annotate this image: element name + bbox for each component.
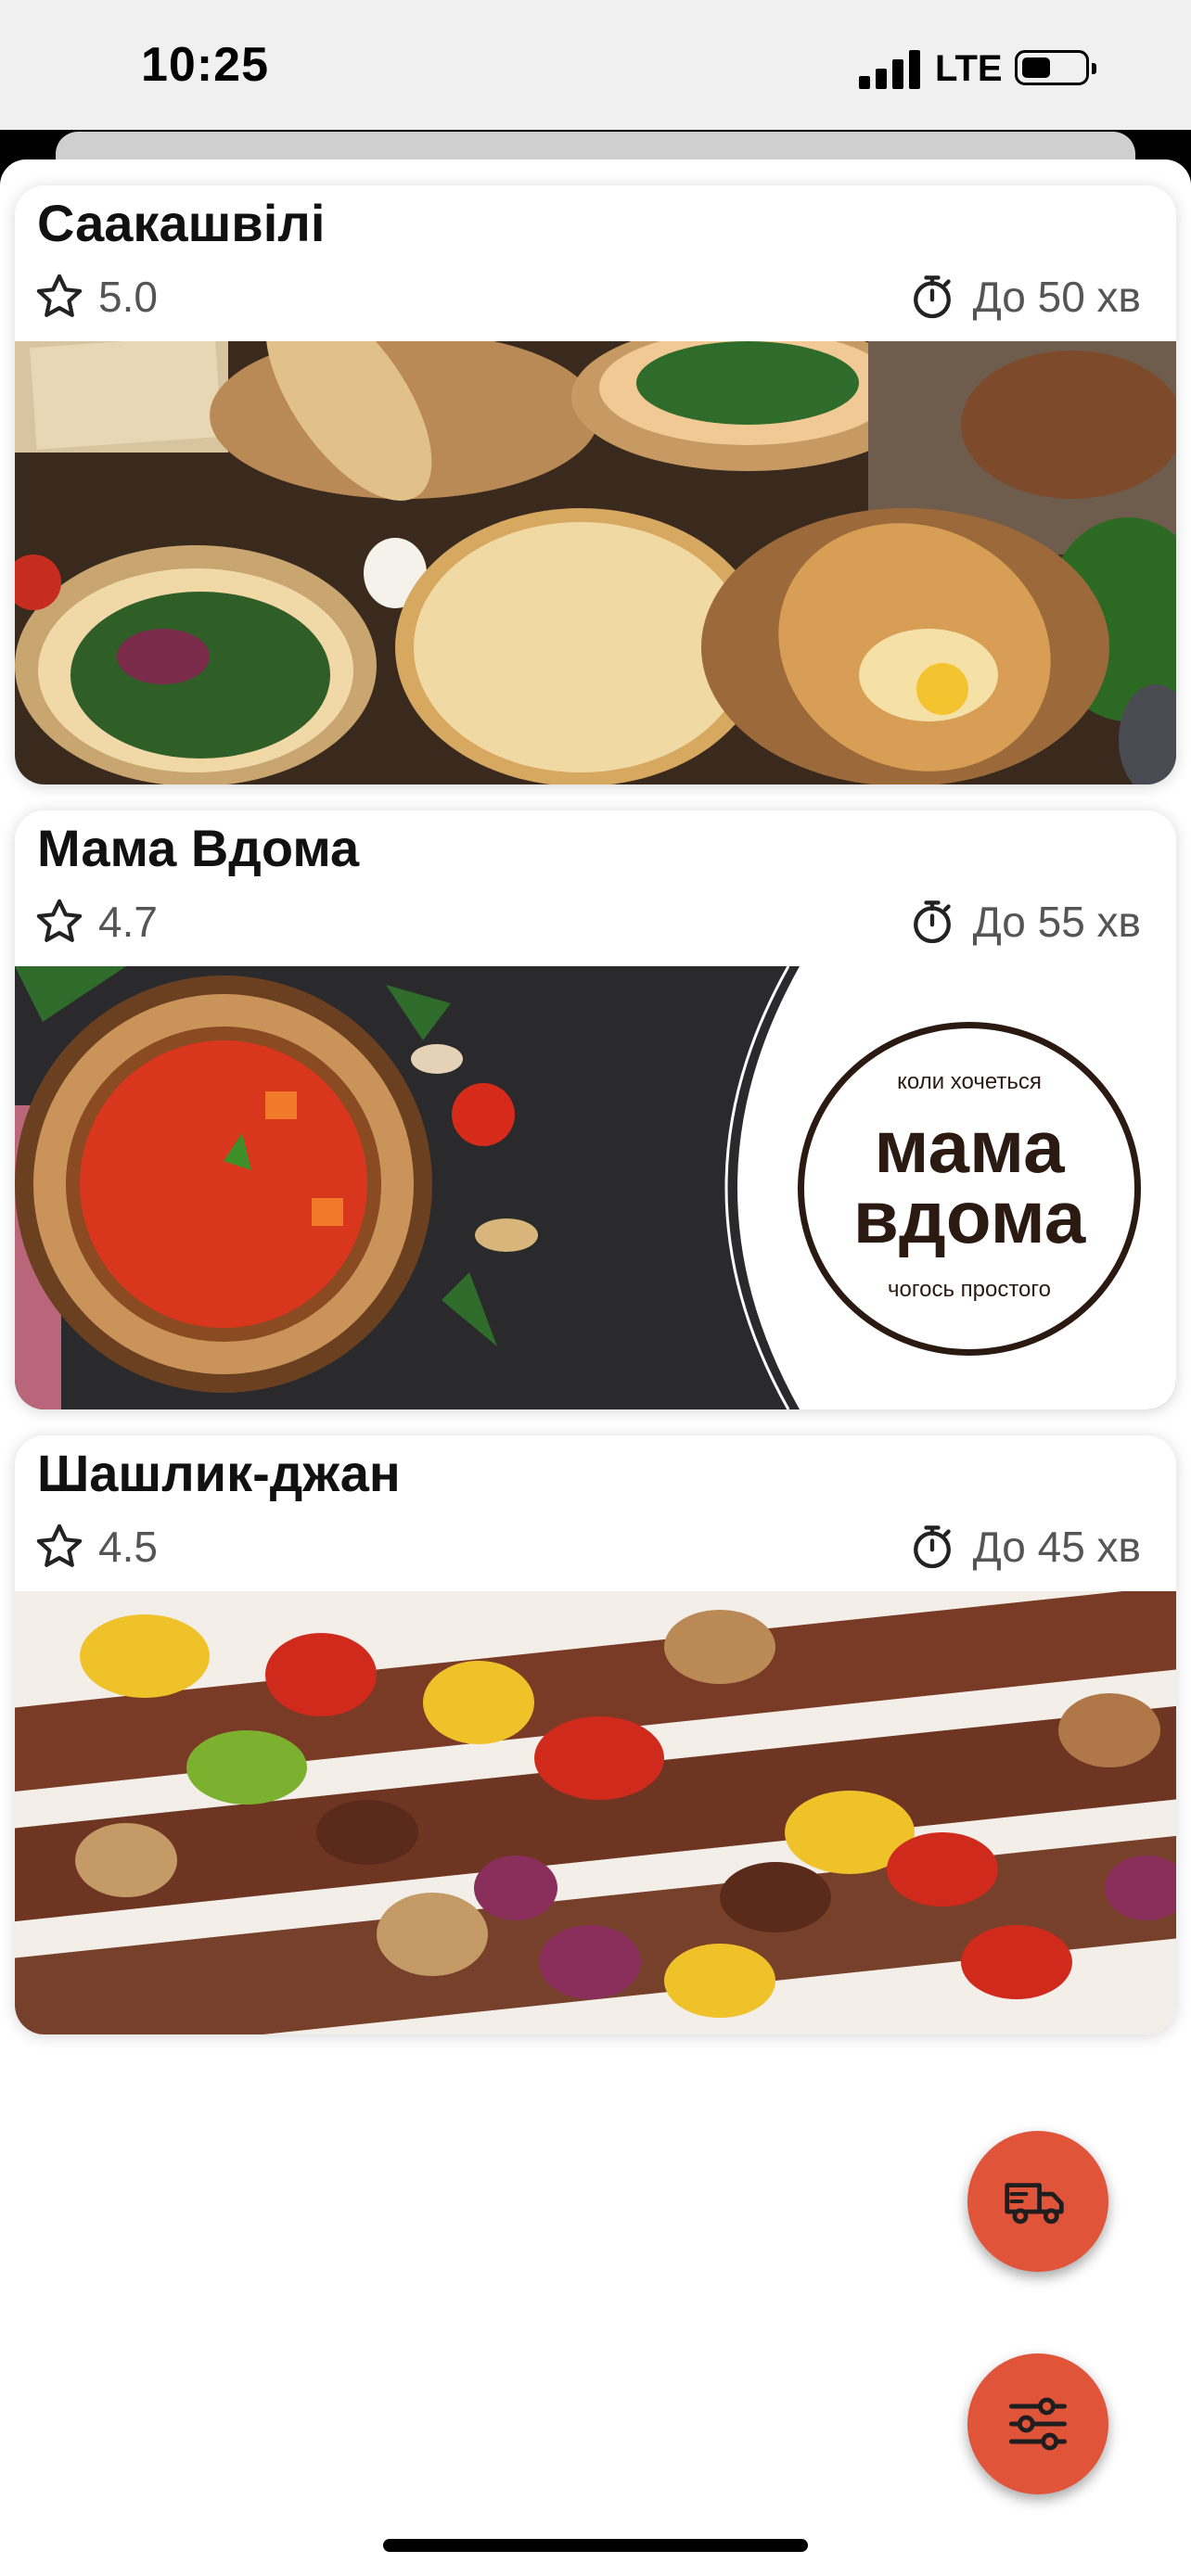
delivery-time: До 55 хв — [908, 894, 1141, 950]
battery-icon — [1015, 50, 1096, 85]
delivery-truck-icon — [1005, 2183, 1064, 2225]
logo-line1: мама — [874, 1105, 1065, 1188]
rating: 5.0 — [33, 269, 158, 325]
mama-vdoma-logo: коли хочеться мама вдома чогось простого — [798, 1022, 1141, 1356]
delivery-time-value: До 45 хв — [972, 1523, 1141, 1571]
rating-value: 4.7 — [98, 898, 158, 946]
restaurant-banner-mama-vdoma: коли хочеться мама вдома чогось простого — [15, 966, 1176, 1409]
logo-line2: вдома — [852, 1176, 1086, 1258]
filters-button[interactable] — [967, 2353, 1108, 2494]
rating: 4.5 — [33, 1519, 158, 1575]
delivery-time: До 50 хв — [908, 269, 1141, 325]
filter-sliders-icon — [1008, 2397, 1068, 2451]
star-icon — [36, 899, 83, 942]
restaurant-name: Мама Вдома — [37, 819, 360, 877]
logo-top-text: коли хочеться — [897, 1069, 1042, 1094]
stopwatch-icon — [913, 1525, 951, 1569]
logo-bottom-text: чогось простого — [888, 1277, 1051, 1302]
status-bar: 10:25 LTE — [0, 0, 1191, 130]
rating-value: 5.0 — [98, 273, 158, 321]
restaurant-photo-georgian-food — [15, 341, 1176, 784]
restaurant-card-mama-vdoma[interactable]: Мама Вдома 4.7 До 55 хв коли хочеться ма… — [15, 810, 1176, 1409]
home-indicator[interactable] — [383, 2539, 808, 2552]
restaurant-card-shashlyk-dzhan[interactable]: Шашлик-джан 4.5 До 45 хв — [15, 1435, 1176, 2034]
restaurant-name: Шашлик-джан — [37, 1444, 401, 1502]
restaurant-card-saakashvili[interactable]: Саакашвілі 5.0 До 50 хв — [15, 185, 1176, 784]
stopwatch-icon — [913, 900, 951, 944]
signal-icon — [859, 48, 924, 89]
network-type: LTE — [935, 48, 1003, 89]
delivery-time-value: До 50 хв — [972, 273, 1141, 321]
delivery-button[interactable] — [967, 2131, 1108, 2272]
restaurant-photo-shashlyk — [15, 1591, 1176, 2034]
restaurant-name: Саакашвілі — [37, 194, 326, 252]
delivery-time: До 45 хв — [908, 1519, 1141, 1575]
star-icon — [36, 274, 83, 317]
delivery-time-value: До 55 хв — [972, 898, 1141, 946]
status-time: 10:25 — [141, 38, 269, 92]
rating-value: 4.5 — [98, 1523, 158, 1571]
rating: 4.7 — [33, 894, 158, 950]
stopwatch-icon — [913, 275, 951, 319]
star-icon — [36, 1524, 83, 1567]
